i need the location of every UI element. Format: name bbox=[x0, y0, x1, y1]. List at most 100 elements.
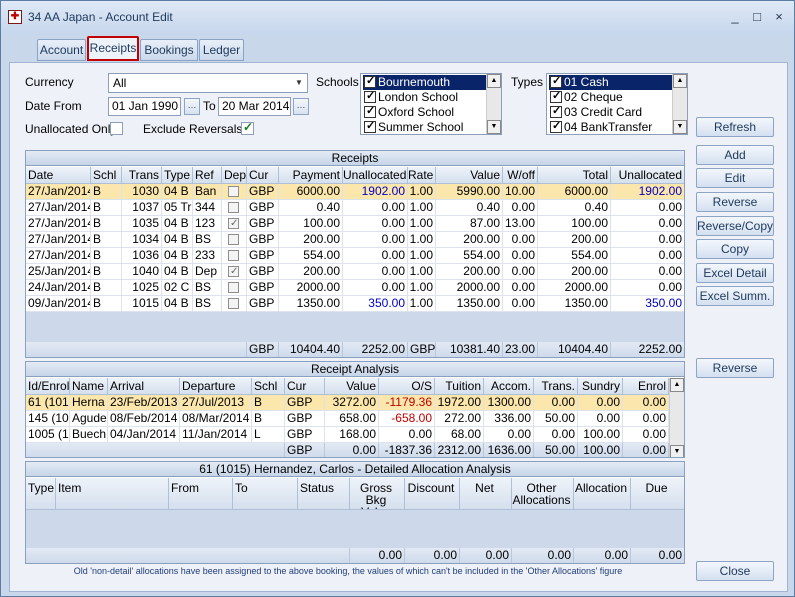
date-to-input[interactable]: 20 Mar 2014 bbox=[218, 97, 291, 116]
column-header[interactable]: Value bbox=[325, 378, 379, 395]
deposit-checkbox[interactable] bbox=[228, 264, 239, 279]
date-from-picker-button[interactable]: … bbox=[184, 98, 200, 115]
analysis-scrollbar[interactable]: ▲ ▼ bbox=[669, 378, 684, 457]
column-header[interactable]: Gross Bkg Value bbox=[350, 478, 405, 510]
currency-select[interactable]: All ▼ bbox=[108, 73, 308, 93]
column-header[interactable]: Schl bbox=[252, 378, 285, 395]
type-item-cheque[interactable]: 02 Cheque bbox=[549, 89, 672, 105]
exclude-reversals-checkbox[interactable] bbox=[241, 120, 254, 135]
column-header[interactable]: Enrol bbox=[623, 378, 669, 395]
refresh-button[interactable]: Refresh bbox=[696, 117, 774, 137]
deposit-checkbox[interactable] bbox=[228, 202, 239, 213]
school-item-summer[interactable]: Summer School bbox=[363, 119, 486, 134]
column-header[interactable]: Total bbox=[538, 167, 611, 184]
column-header[interactable]: Arrival bbox=[108, 378, 180, 395]
column-header[interactable]: Unallocated bbox=[611, 167, 684, 184]
date-from-input[interactable]: 01 Jan 1990 bbox=[108, 97, 181, 116]
maximize-button[interactable]: □ bbox=[747, 8, 767, 26]
column-header[interactable]: Value bbox=[436, 167, 503, 184]
column-header[interactable]: Status bbox=[298, 478, 350, 510]
scroll-down-icon[interactable]: ▼ bbox=[670, 445, 684, 457]
checkbox-icon[interactable] bbox=[550, 119, 562, 133]
column-header[interactable]: Payment bbox=[279, 167, 343, 184]
checkbox-icon[interactable] bbox=[364, 74, 376, 88]
reverse-copy-button[interactable]: Reverse/Copy bbox=[696, 216, 774, 236]
column-header[interactable]: Schl bbox=[91, 167, 122, 184]
column-header[interactable]: Due bbox=[631, 478, 684, 510]
scroll-up-icon[interactable]: ▲ bbox=[670, 378, 684, 392]
analysis-cell: B bbox=[252, 411, 285, 427]
reverse-allocation-button[interactable]: Reverse bbox=[696, 358, 774, 378]
column-header[interactable]: Allocation bbox=[574, 478, 631, 510]
tab-account[interactable]: Account bbox=[37, 39, 86, 61]
column-header[interactable]: W/off bbox=[503, 167, 538, 184]
date-to-picker-button[interactable]: … bbox=[293, 98, 309, 115]
copy-button[interactable]: Copy bbox=[696, 239, 774, 259]
deposit-checkbox[interactable] bbox=[228, 250, 239, 261]
column-header[interactable]: Cur bbox=[285, 378, 325, 395]
column-header[interactable]: Cur bbox=[247, 167, 279, 184]
column-header[interactable]: Rate bbox=[408, 167, 436, 184]
add-button[interactable]: Add bbox=[696, 145, 774, 165]
column-header[interactable]: Item bbox=[56, 478, 169, 510]
school-item-bournemouth[interactable]: Bournemouth School bbox=[363, 74, 486, 103]
type-item-bank-transfer[interactable]: 04 BankTransfer bbox=[549, 119, 672, 134]
column-header[interactable]: Type bbox=[26, 478, 56, 510]
column-header[interactable]: O/S bbox=[379, 378, 435, 395]
types-scrollbar[interactable]: ▲ ▼ bbox=[672, 74, 687, 134]
school-item-london[interactable]: London School bbox=[363, 89, 486, 105]
close-window-button[interactable]: × bbox=[769, 8, 789, 26]
schools-scrollbar[interactable]: ▲ ▼ bbox=[486, 74, 501, 134]
school-item-oxford[interactable]: Oxford School bbox=[363, 104, 486, 120]
reverse-button[interactable]: Reverse bbox=[696, 192, 774, 212]
column-header[interactable]: Id/Enrol bbox=[26, 378, 70, 395]
excel-detail-button[interactable]: Excel Detail bbox=[696, 263, 774, 283]
column-header[interactable]: To bbox=[233, 478, 298, 510]
checkbox-icon[interactable] bbox=[550, 89, 562, 103]
column-header[interactable]: Name bbox=[70, 378, 108, 395]
tab-receipts[interactable]: Receipts bbox=[87, 36, 139, 61]
column-header[interactable]: Trans bbox=[122, 167, 162, 184]
scroll-up-icon[interactable]: ▲ bbox=[487, 74, 501, 88]
column-header[interactable]: Tuition bbox=[435, 378, 484, 395]
deposit-checkbox[interactable] bbox=[228, 234, 239, 245]
chevron-down-icon[interactable]: ▼ bbox=[291, 74, 307, 92]
scroll-down-icon[interactable]: ▼ bbox=[673, 120, 687, 134]
checkbox-icon[interactable] bbox=[364, 104, 376, 118]
checkbox-icon[interactable] bbox=[364, 89, 376, 103]
minimize-button[interactable]: _ bbox=[725, 8, 745, 26]
deposit-checkbox[interactable] bbox=[228, 216, 239, 231]
types-checklist[interactable]: 01 Cash 02 Cheque 03 Credit Card 04 Bank… bbox=[546, 73, 688, 135]
column-header[interactable]: Ref bbox=[193, 167, 222, 184]
excel-summary-button[interactable]: Excel Summ. bbox=[696, 286, 774, 306]
scroll-down-icon[interactable]: ▼ bbox=[487, 120, 501, 134]
column-header[interactable]: Discount bbox=[405, 478, 460, 510]
column-header[interactable]: Unallocated bbox=[343, 167, 408, 184]
receipt-cell: 1.00 bbox=[408, 264, 436, 280]
checkbox-icon[interactable] bbox=[364, 119, 376, 133]
column-header[interactable]: Departure bbox=[180, 378, 252, 395]
checkbox-icon[interactable] bbox=[550, 104, 562, 118]
tab-bookings[interactable]: Bookings bbox=[140, 39, 198, 61]
type-item-credit-card[interactable]: 03 Credit Card bbox=[549, 104, 672, 120]
edit-button[interactable]: Edit bbox=[696, 168, 774, 188]
unallocated-only-checkbox[interactable] bbox=[110, 122, 123, 135]
deposit-checkbox[interactable] bbox=[228, 282, 239, 293]
deposit-checkbox[interactable] bbox=[228, 298, 239, 309]
column-header[interactable]: Sundry bbox=[578, 378, 623, 395]
column-header[interactable]: Date bbox=[26, 167, 91, 184]
column-header[interactable]: Trans. bbox=[534, 378, 578, 395]
tab-ledger[interactable]: Ledger bbox=[199, 39, 244, 61]
column-header[interactable]: Type bbox=[162, 167, 193, 184]
deposit-checkbox[interactable] bbox=[228, 186, 239, 197]
column-header[interactable]: From bbox=[169, 478, 233, 510]
type-item-cash[interactable]: 01 Cash bbox=[549, 74, 672, 90]
column-header[interactable]: Other Allocations bbox=[512, 478, 574, 510]
checkbox-icon[interactable] bbox=[550, 74, 562, 88]
close-button[interactable]: Close bbox=[696, 561, 774, 581]
scroll-up-icon[interactable]: ▲ bbox=[673, 74, 687, 88]
column-header[interactable]: Dep bbox=[222, 167, 247, 184]
column-header[interactable]: Net bbox=[460, 478, 512, 510]
column-header[interactable]: Accom. bbox=[484, 378, 534, 395]
schools-checklist[interactable]: Bournemouth School London School Oxford … bbox=[360, 73, 502, 135]
